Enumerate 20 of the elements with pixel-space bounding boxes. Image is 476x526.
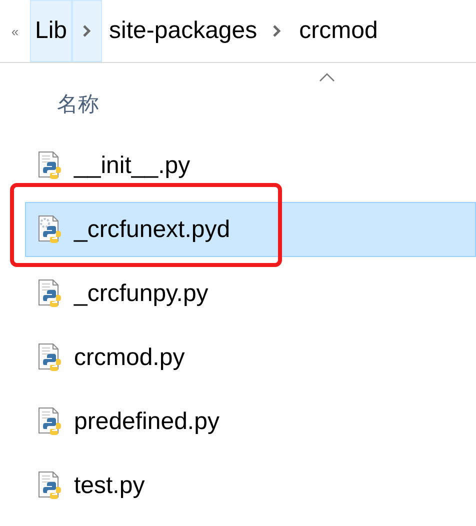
file-name: crcmod.py xyxy=(74,344,185,372)
breadcrumb-item[interactable]: site-packages xyxy=(104,0,262,62)
file-name: _crcfunpy.py xyxy=(74,280,208,308)
file-name: __init__.py xyxy=(74,152,190,180)
file-row[interactable]: __init__.py xyxy=(25,138,476,193)
file-name: test.py xyxy=(74,472,145,500)
file-name: _crcfunext.pyd xyxy=(74,216,230,244)
breadcrumb-item[interactable]: Lib xyxy=(30,0,72,62)
chevron-right-icon xyxy=(272,24,282,38)
file-name: predefined.py xyxy=(74,408,220,436)
file-row[interactable]: test.py xyxy=(25,458,476,513)
breadcrumb-item[interactable]: crcmod xyxy=(294,0,383,62)
file-row[interactable]: _crcfunext.pyd xyxy=(25,202,476,257)
file-row[interactable]: _crcfunpy.py xyxy=(25,266,476,321)
file-row[interactable]: predefined.py xyxy=(25,394,476,449)
chevron-button[interactable] xyxy=(72,0,102,62)
file-row[interactable]: crcmod.py xyxy=(25,330,476,385)
chevron-right-icon xyxy=(82,24,92,38)
overflow-chevron[interactable]: « xyxy=(0,0,30,62)
column-header[interactable]: 名称 xyxy=(57,90,99,118)
